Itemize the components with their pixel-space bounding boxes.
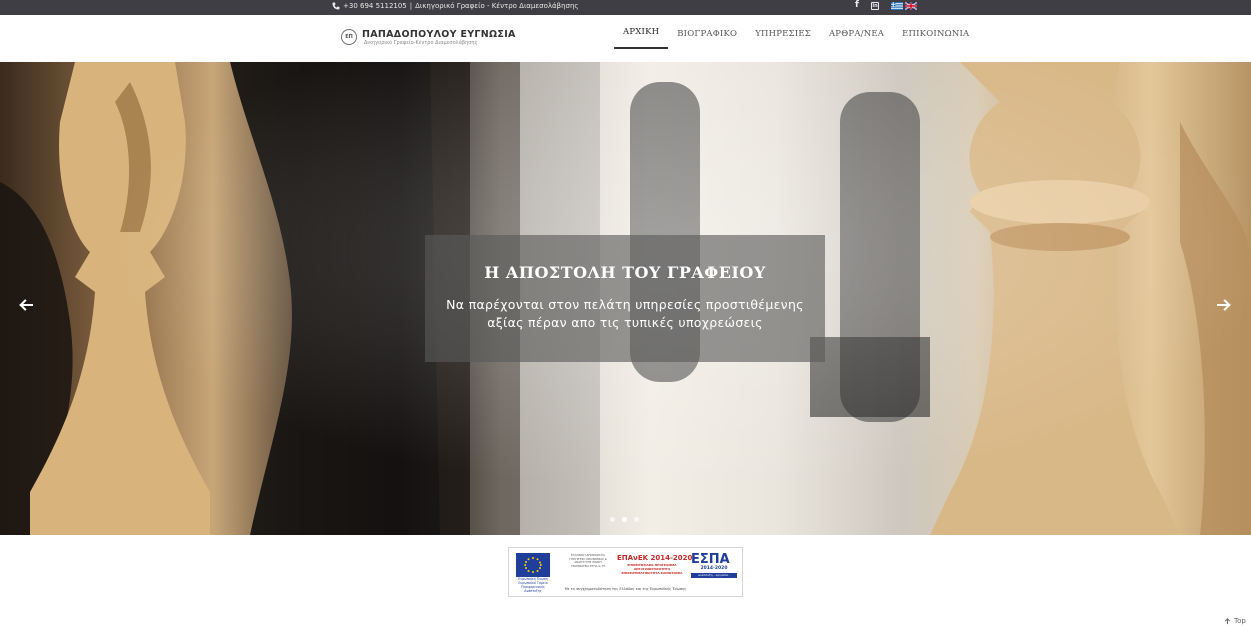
back-to-top-button[interactable]: Top: [1224, 617, 1246, 625]
slider-dots: [610, 517, 639, 522]
linkedin-icon[interactable]: in: [871, 1, 879, 10]
nav-item-articles[interactable]: ΑΡΘΡΑ/ΝΕΑ: [820, 15, 893, 49]
espa-motto: ανάπτυξη - εργασία - αλληλεγγύη: [691, 573, 737, 582]
nav-item-contact[interactable]: ΕΠΙΚΟΙΝΩΝΙΑ: [893, 15, 978, 49]
language-switcher: [891, 2, 917, 10]
nav-item-biography[interactable]: ΒΙΟΓΡΑΦΙΚΟ: [668, 15, 746, 49]
site-header: ΕΠ ΠΑΠΑΔΟΠΟΥΛΟΥ ΕΥΓΝΩΣΙΑ Δικηγορικό Γραφ…: [0, 15, 1251, 62]
slide-title: Η ΑΠΟΣΤΟΛΗ ΤΟΥ ΓΡΑΦΕΙΟΥ: [484, 263, 766, 282]
arrow-up-icon: [1224, 617, 1231, 624]
greek-flag-icon[interactable]: [891, 2, 903, 10]
logo-icon[interactable]: ΕΠ: [341, 29, 357, 45]
back-to-top-label: Top: [1234, 617, 1246, 625]
slider-dot-2[interactable]: [622, 517, 627, 522]
nav-item-home[interactable]: ΑΡΧΙΚΗ: [614, 15, 669, 49]
hero-slider: Η ΑΠΟΣΤΟΛΗ ΤΟΥ ΓΡΑΦΕΙΟΥ Να παρέχονται στ…: [0, 62, 1251, 535]
eu-flag-icon: [516, 553, 550, 577]
separator: |: [409, 2, 413, 10]
top-bar: +30 694 5112105 | Δικηγορικό Γραφείο - Κ…: [0, 0, 1251, 15]
espa-cofunding-note: Με τη συγχρηματοδότηση της Ελλάδας και τ…: [564, 587, 687, 591]
ministry-label: ΕΛΛΗΝΙΚΗ ΔΗΜΟΚΡΑΤΙΑ ΥΠΟΥΡΓΕΙΟ ΟΙΚΟΝΟΜΙΑΣ…: [569, 553, 607, 568]
nav-item-services[interactable]: ΥΠΗΡΕΣΙΕΣ: [746, 15, 820, 49]
espa-years: 2014-2020: [700, 566, 728, 571]
slide-text: Να παρέχονται στον πελάτη υπηρεσίες προσ…: [446, 297, 804, 330]
arrow-left-icon[interactable]: [19, 298, 33, 312]
espa-logo: ΕΣΠΑ: [691, 552, 730, 567]
arrow-right-icon[interactable]: [1217, 298, 1231, 312]
uk-flag-icon[interactable]: [905, 2, 917, 10]
main-nav: ΑΡΧΙΚΗ ΒΙΟΓΡΑΦΙΚΟ ΥΠΗΡΕΣΙΕΣ ΑΡΘΡΑ/ΝΕΑ ΕΠ…: [614, 15, 978, 62]
epanek-subtitle: ΕΠΙΧΕΙΡΗΣΙΑΚΟ ΠΡΟΓΡΑΜΜΑ ΑΝΤΑΓΩΝΙΣΤΙΚΟΤΗΤ…: [621, 563, 683, 575]
slider-dot-1[interactable]: [610, 517, 615, 522]
epanek-logo: ΕΠΑνΕΚ 2014-2020: [617, 554, 693, 562]
brand-subtitle: Δικηγορικό Γραφείο-Κέντρο Διαμεσολάβησης: [364, 40, 478, 46]
brand-name[interactable]: ΠΑΠΑΔΟΠΟΥΛΟΥ ΕΥΓΝΩΣΙΑ: [362, 29, 516, 40]
phone-icon: [332, 2, 340, 10]
tagline: Δικηγορικό Γραφείο - Κέντρο Διαμεσολάβησ…: [415, 2, 579, 10]
facebook-icon[interactable]: f: [853, 1, 861, 10]
slider-dot-3[interactable]: [634, 517, 639, 522]
espa-banner[interactable]: Ευρωπαϊκή Ένωση Ευρωπαϊκό Ταμείο Περιφερ…: [508, 547, 743, 597]
slide-caption: Η ΑΠΟΣΤΟΛΗ ΤΟΥ ΓΡΑΦΕΙΟΥ Να παρέχονται στ…: [425, 235, 825, 362]
contact-info: +30 694 5112105 | Δικηγορικό Γραφείο - Κ…: [332, 1, 579, 11]
social-links: f in: [853, 1, 879, 10]
phone-number[interactable]: +30 694 5112105: [343, 2, 407, 10]
